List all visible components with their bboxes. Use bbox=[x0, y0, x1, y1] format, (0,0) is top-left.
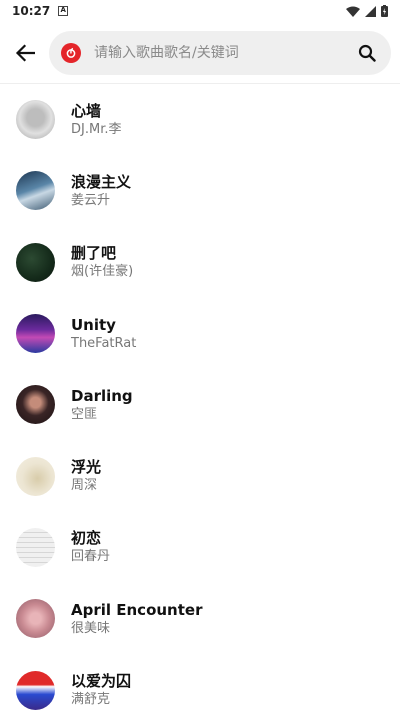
album-cover bbox=[16, 314, 55, 354]
song-artist: 姜云升 bbox=[71, 192, 111, 208]
song-artist: 满舒克 bbox=[71, 692, 111, 708]
album-cover bbox=[16, 670, 55, 710]
song-title: 初恋 bbox=[71, 529, 102, 548]
song-title: 删了吧 bbox=[71, 244, 117, 263]
song-title: 以爱为囚 bbox=[71, 672, 132, 691]
song-artist: 周深 bbox=[71, 478, 98, 494]
album-cover bbox=[16, 456, 55, 496]
netease-music-logo-icon bbox=[61, 42, 81, 63]
song-item[interactable]: 以爱为囚 满舒克 bbox=[0, 654, 400, 725]
status-icons bbox=[346, 5, 388, 17]
song-item[interactable]: 初恋 回春丹 bbox=[0, 512, 400, 583]
song-title: 浪漫主义 bbox=[71, 172, 132, 191]
song-title: 浮光 bbox=[71, 458, 102, 477]
song-item[interactable]: 心墙 DJ.Mr.李 bbox=[0, 84, 400, 155]
album-cover bbox=[16, 242, 55, 282]
search-icon bbox=[358, 44, 376, 62]
song-artist: 回春丹 bbox=[71, 549, 111, 565]
song-item[interactable]: 浪漫主义 姜云升 bbox=[0, 155, 400, 226]
search-button[interactable] bbox=[355, 41, 379, 65]
signal-icon bbox=[365, 5, 376, 17]
song-artist: TheFatRat bbox=[71, 335, 137, 351]
search-box[interactable] bbox=[49, 30, 391, 75]
status-bar: 10:27 A bbox=[0, 0, 400, 22]
song-title: 心墙 bbox=[71, 101, 102, 120]
notification-a-icon: A bbox=[58, 6, 69, 16]
album-cover bbox=[16, 100, 55, 140]
album-cover bbox=[16, 599, 55, 639]
song-item[interactable]: Unity TheFatRat bbox=[0, 298, 400, 369]
status-time: 10:27 bbox=[12, 4, 51, 18]
search-input[interactable] bbox=[94, 44, 355, 61]
album-cover bbox=[16, 527, 55, 567]
battery-icon bbox=[381, 5, 388, 17]
song-artist: 空匪 bbox=[71, 406, 98, 422]
song-item[interactable]: Darling 空匪 bbox=[0, 369, 400, 440]
song-artist: 很美味 bbox=[71, 620, 111, 636]
song-artist: DJ.Mr.李 bbox=[71, 121, 122, 137]
song-item[interactable]: April Encounter 很美味 bbox=[0, 583, 400, 654]
album-cover bbox=[16, 171, 55, 211]
song-list: 心墙 DJ.Mr.李 浪漫主义 姜云升 删了吧 烟(许佳豪) Unity The… bbox=[0, 84, 400, 726]
song-title: Darling bbox=[71, 386, 133, 405]
wifi-icon bbox=[346, 6, 360, 17]
song-title: Unity bbox=[71, 315, 116, 334]
arrow-back-icon bbox=[15, 43, 35, 62]
song-title: April Encounter bbox=[71, 600, 203, 619]
back-button[interactable] bbox=[1, 29, 49, 77]
song-item[interactable]: 删了吧 烟(许佳豪) bbox=[0, 227, 400, 298]
album-cover bbox=[16, 385, 55, 425]
song-artist: 烟(许佳豪) bbox=[71, 264, 134, 280]
top-bar bbox=[0, 22, 400, 84]
song-item[interactable]: 浮光 周深 bbox=[0, 440, 400, 511]
